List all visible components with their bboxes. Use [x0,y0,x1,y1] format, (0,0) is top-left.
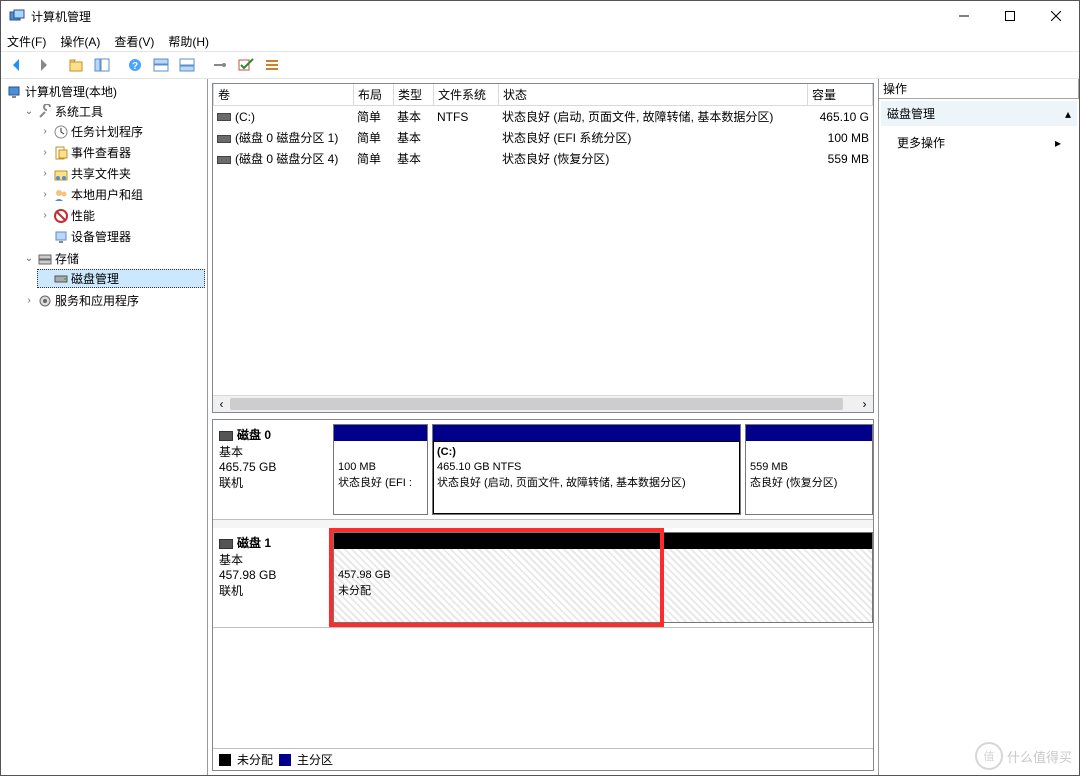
scroll-left-button[interactable]: ‹ [213,396,230,412]
event-viewer-icon [53,145,69,161]
back-button[interactable] [5,54,29,76]
menu-view[interactable]: 查看(V) [114,33,154,50]
shared-folders-icon [53,166,69,182]
triangle-right-icon: ▸ [1055,136,1061,150]
tree-device-manager[interactable]: 设备管理器 [71,228,131,245]
drive-icon [217,113,231,121]
expander-icon[interactable]: ⌄ [23,253,35,264]
legend-label-unallocated: 未分配 [237,751,273,768]
disk-icon [219,431,233,441]
expander-icon[interactable]: › [23,295,35,306]
window-title: 计算机管理 [31,8,941,25]
scroll-right-button[interactable]: › [856,396,873,412]
expander-icon[interactable]: › [39,147,51,158]
col-capacity[interactable]: 容量 [808,84,873,106]
tree-root[interactable]: 计算机管理(本地) [25,83,117,100]
scheduler-icon [53,124,69,140]
forward-button[interactable] [31,54,55,76]
actions-header: 操作 [879,79,1079,99]
settings-button[interactable] [208,54,232,76]
tree-performance[interactable]: 性能 [71,207,95,224]
legend-swatch-primary [279,754,291,766]
expander-icon[interactable]: › [39,126,51,137]
scroll-thumb[interactable] [230,398,843,410]
disk-graphical-view: 磁盘 0 基本 465.75 GB 联机 100 MB 状态良好 (EFI : [212,419,874,771]
services-icon [37,293,53,309]
tree-storage[interactable]: 存储 [55,250,79,267]
expander-icon[interactable]: › [39,168,51,179]
menu-help[interactable]: 帮助(H) [168,33,209,50]
actions-more[interactable]: 更多操作 ▸ [881,130,1077,155]
drive-icon [217,156,231,164]
disk-row-0[interactable]: 磁盘 0 基本 465.75 GB 联机 100 MB 状态良好 (EFI : [213,420,873,520]
tree-services-apps[interactable]: 服务和应用程序 [55,292,139,309]
show-hide-tree-button[interactable] [90,54,114,76]
menu-file[interactable]: 文件(F) [7,33,46,50]
expander-icon[interactable]: ⌄ [23,106,35,117]
disk-info: 磁盘 1 基本 457.98 GB 联机 [213,528,333,627]
disk-info: 磁盘 0 基本 465.75 GB 联机 [213,420,333,519]
tree-task-scheduler[interactable]: 任务计划程序 [71,123,143,140]
menu-bar: 文件(F) 操作(A) 查看(V) 帮助(H) [1,31,1079,51]
close-button[interactable] [1033,1,1079,31]
disk-icon [219,539,233,549]
up-folder-button[interactable] [64,54,88,76]
disk-management-icon [53,271,69,287]
users-icon [53,187,69,203]
partition-unallocated[interactable]: 457.98 GB 未分配 [333,532,873,623]
tree-system-tools[interactable]: 系统工具 [55,103,103,120]
volume-row[interactable]: (C:) 简单 基本 NTFS 状态良好 (启动, 页面文件, 故障转储, 基本… [213,106,873,127]
legend-label-primary: 主分区 [297,751,333,768]
tree-disk-management[interactable]: 磁盘管理 [71,270,119,287]
list-button[interactable] [260,54,284,76]
col-layout[interactable]: 布局 [354,84,394,106]
tree-shared-folders[interactable]: 共享文件夹 [71,165,131,182]
app-icon [9,8,25,24]
volume-row[interactable]: (磁盘 0 磁盘分区 1) 简单 基本 状态良好 (EFI 系统分区) 100 … [213,127,873,148]
menu-action[interactable]: 操作(A) [60,33,100,50]
help-button[interactable]: ? [123,54,147,76]
check-button[interactable] [234,54,258,76]
legend: 未分配 主分区 [213,748,873,770]
partition-efi[interactable]: 100 MB 状态良好 (EFI : [333,424,428,515]
triangle-up-icon: ▴ [1065,107,1071,121]
drive-icon [217,135,231,143]
toolbar: ? [1,51,1079,79]
col-volume[interactable]: 卷 [214,84,354,106]
navigation-tree[interactable]: 计算机管理(本地) ⌄ 系统工具 › 任务计划程序 › 事件查看器 [1,79,208,775]
expander-icon[interactable]: › [39,210,51,221]
minimize-button[interactable] [941,1,987,31]
tools-icon [37,104,53,120]
svg-text:?: ? [132,61,138,72]
legend-swatch-unallocated [219,754,231,766]
device-manager-icon [53,229,69,245]
volume-row[interactable]: (磁盘 0 磁盘分区 4) 简单 基本 状态良好 (恢复分区) 559 MB [213,148,873,169]
storage-icon [37,251,53,267]
col-fs[interactable]: 文件系统 [434,84,499,106]
performance-icon [53,208,69,224]
partition-recovery[interactable]: 559 MB 态良好 (恢复分区) [745,424,873,515]
actions-pane: 操作 磁盘管理 ▴ 更多操作 ▸ [879,79,1079,775]
disk-row-1[interactable]: 磁盘 1 基本 457.98 GB 联机 457.98 GB 未分配 [213,528,873,628]
view-top-button[interactable] [149,54,173,76]
col-status[interactable]: 状态 [499,84,808,106]
horizontal-scrollbar[interactable]: ‹ › [213,395,873,412]
center-pane: 卷 布局 类型 文件系统 状态 容量 (C:) 简单 [208,79,879,775]
tree-local-users[interactable]: 本地用户和组 [71,186,143,203]
volume-list[interactable]: 卷 布局 类型 文件系统 状态 容量 (C:) 简单 [212,83,874,413]
window-controls [941,1,1079,31]
maximize-button[interactable] [987,1,1033,31]
partition-c[interactable]: (C:) 465.10 GB NTFS 状态良好 (启动, 页面文件, 故障转储… [432,424,741,515]
expander-icon[interactable]: › [39,189,51,200]
computer-icon [7,84,23,100]
view-bottom-button[interactable] [175,54,199,76]
title-bar: 计算机管理 [1,1,1079,31]
col-type[interactable]: 类型 [394,84,434,106]
actions-section[interactable]: 磁盘管理 ▴ [881,101,1077,126]
tree-event-viewer[interactable]: 事件查看器 [71,144,131,161]
